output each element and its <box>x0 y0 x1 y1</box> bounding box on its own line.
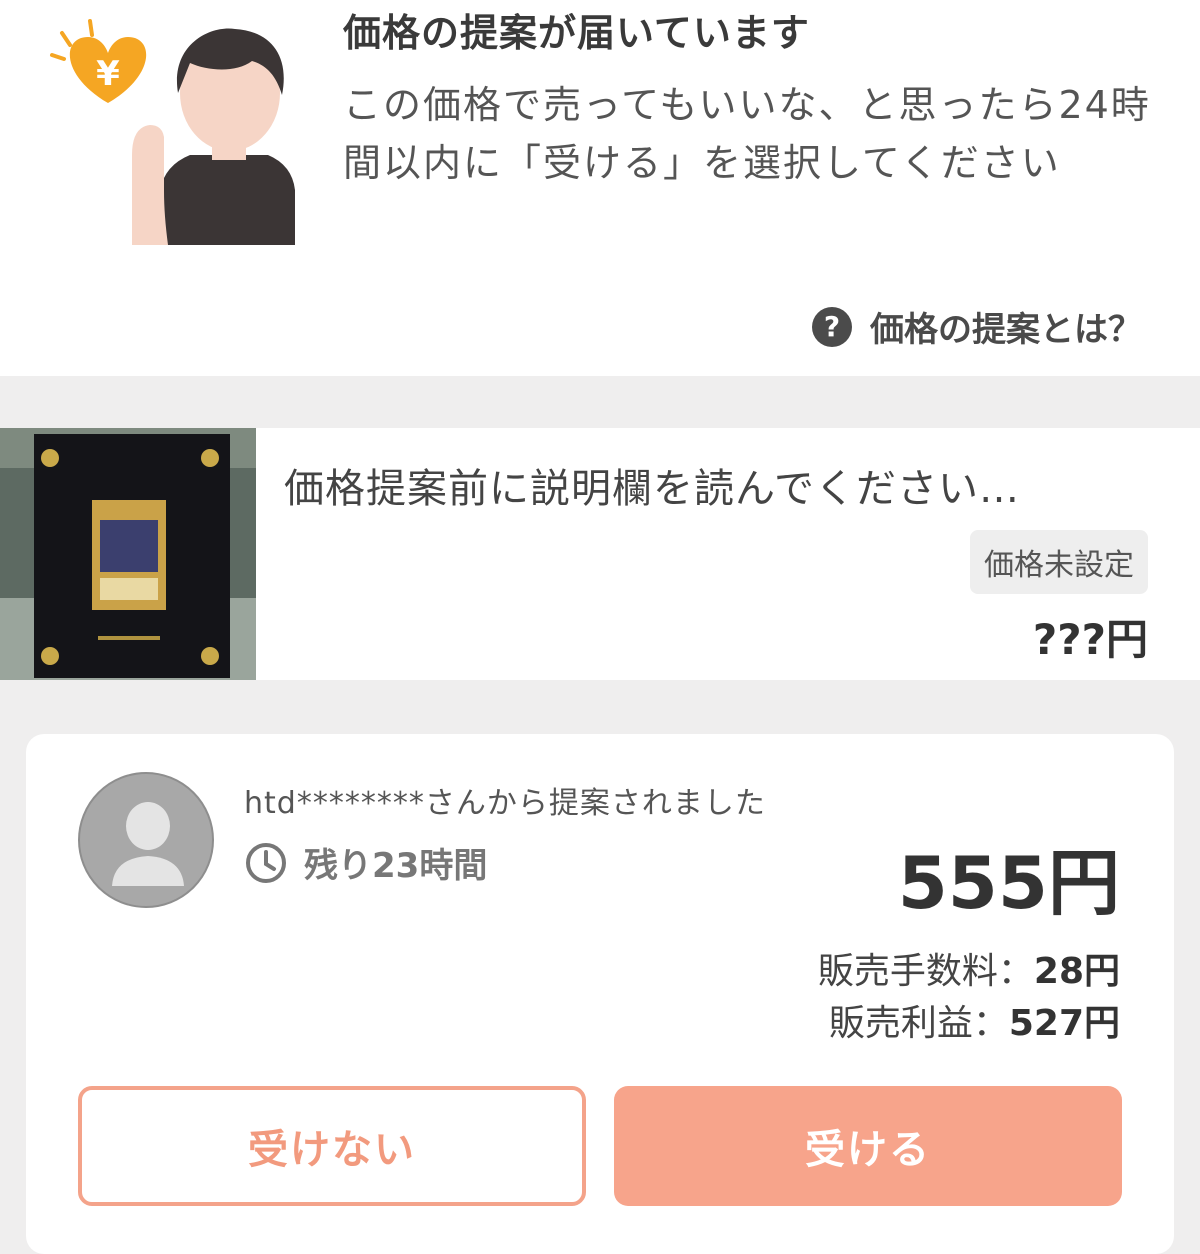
sales-profit-label: 販売利益： <box>828 1003 1009 1044</box>
svg-text:¥: ¥ <box>96 54 120 94</box>
item-row[interactable]: 価格提案前に説明欄を読んでください… 価格未設定 ???円 <box>0 428 1200 680</box>
sales-fee-value: 28円 <box>1033 951 1120 992</box>
avatar <box>78 772 214 908</box>
what-is-offer-link[interactable]: ? 価格の提案とは？ <box>812 302 1142 351</box>
item-thumbnail <box>0 428 256 680</box>
sales-profit-value: 527円 <box>1008 1003 1120 1044</box>
sales-fee-label: 販売手数料： <box>817 951 1034 992</box>
offer-sender: htd********さんから提案されました <box>244 786 766 821</box>
user-silhouette-icon <box>112 802 184 886</box>
item-price: ???円 <box>1032 615 1148 664</box>
time-remaining-label: 残り23時間 <box>304 846 488 886</box>
offer-card: htd********さんから提案されました 残り23時間 555円 販売手数料… <box>26 734 1174 1254</box>
help-link-label: 価格の提案とは？ <box>870 310 1142 350</box>
offer-notice-panel: ¥ 価格の提案が届いています この価格で売ってもいいな、と思ったら24時間以内に… <box>0 0 1200 376</box>
offer-price: 555円 <box>897 841 1120 925</box>
offer-illustration: ¥ <box>50 19 295 245</box>
item-title: 価格提案前に説明欄を読んでください… <box>284 466 1020 512</box>
question-circle-icon: ? <box>812 306 852 347</box>
clock-icon <box>246 842 286 883</box>
price-unset-badge: 価格未設定 <box>970 530 1148 594</box>
sales-profit: 販売利益：527円 <box>829 994 1120 1046</box>
decline-button[interactable]: 受けない <box>78 1086 586 1206</box>
accept-button[interactable]: 受ける <box>614 1086 1122 1206</box>
time-remaining: 残り23時間 <box>244 838 487 887</box>
page-title: 価格の提案が届いています <box>343 11 810 55</box>
sales-fee: 販売手数料：28円 <box>818 942 1120 994</box>
offer-instructions: この価格で売ってもいいな、と思ったら24時間以内に「受ける」を選択してください <box>343 83 1151 185</box>
